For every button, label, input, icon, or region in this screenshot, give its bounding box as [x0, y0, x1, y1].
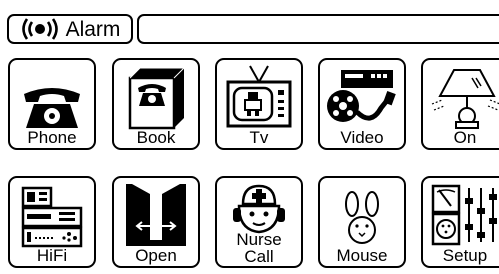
video-recorder-icon — [327, 70, 396, 122]
book-label: Book — [136, 128, 176, 147]
phone-book-icon — [128, 67, 186, 130]
phone-button[interactable]: Phone — [8, 58, 96, 150]
nurse-call-label-line1: Nurse — [236, 230, 282, 249]
hifi-label: HiFi — [36, 246, 68, 265]
message-field[interactable] — [137, 14, 499, 44]
lamp-icon — [431, 69, 499, 129]
setup-button[interactable]: Setup — [421, 176, 499, 268]
door-open-icon — [126, 184, 186, 246]
mouse-icon — [345, 191, 379, 244]
alarm-button[interactable]: Alarm — [7, 14, 133, 44]
mouse-label: Mouse — [336, 246, 388, 265]
tv-button[interactable]: Tv — [215, 58, 303, 150]
lamp-on-button[interactable]: On — [421, 58, 499, 150]
phone-label: Phone — [27, 128, 77, 147]
telephone-icon — [24, 88, 80, 128]
open-button[interactable]: Open — [112, 176, 200, 268]
nurse-call-label: Nurse Call — [217, 231, 301, 265]
alarm-broadcast-icon — [20, 18, 60, 40]
video-button[interactable]: Video — [318, 58, 406, 150]
setup-label: Setup — [442, 246, 488, 265]
open-label: Open — [135, 246, 177, 265]
nurse-call-button[interactable]: Nurse Call — [215, 176, 303, 268]
lamp-on-label: On — [453, 128, 477, 147]
nurse-call-label-line2: Call — [244, 247, 274, 266]
television-icon — [226, 65, 292, 128]
setup-panel-icon — [431, 184, 497, 246]
tv-label: Tv — [249, 128, 269, 147]
mouse-button[interactable]: Mouse — [318, 176, 406, 268]
video-label: Video — [340, 128, 384, 147]
book-button[interactable]: Book — [112, 58, 200, 150]
hifi-stereo-icon — [21, 186, 83, 248]
hifi-button[interactable]: HiFi — [8, 176, 96, 268]
alarm-button-label: Alarm — [65, 17, 121, 41]
